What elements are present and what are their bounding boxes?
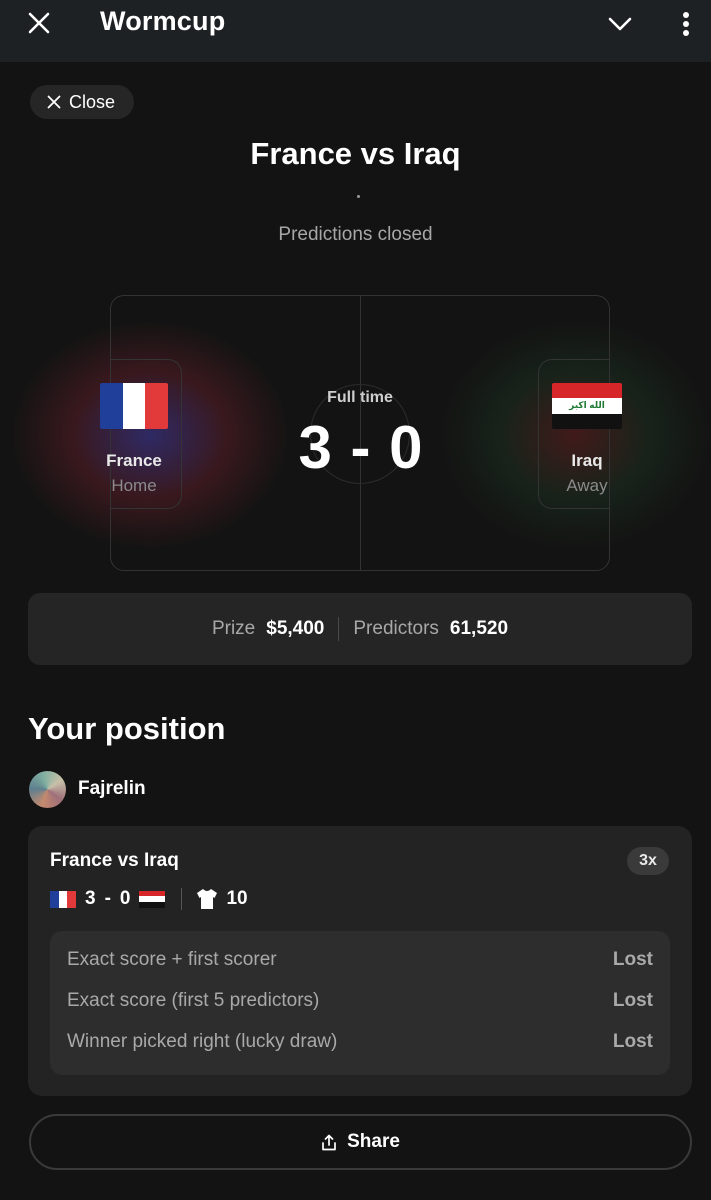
divider	[181, 888, 183, 910]
close-app-button[interactable]	[24, 8, 54, 38]
predictions-status: Predictions closed	[278, 224, 433, 245]
final-score: 3 - 0	[298, 414, 424, 481]
close-button[interactable]: Close	[30, 85, 134, 119]
result-label: Winner picked right (lucky draw)	[67, 1031, 338, 1052]
iraq-flag-small	[139, 890, 166, 908]
close-label: Close	[69, 91, 116, 112]
prediction-card-title: France vs Iraq	[50, 850, 179, 871]
shirt-icon	[197, 889, 218, 909]
result-row: Exact score (first 5 predictors) Lost	[67, 990, 653, 1012]
predicted-away-score: 0	[119, 888, 131, 909]
more-options-button[interactable]	[674, 8, 698, 40]
share-label: Share	[347, 1131, 400, 1152]
divider	[338, 617, 340, 641]
close-icon	[28, 12, 50, 34]
share-button[interactable]: Share	[29, 1114, 692, 1170]
result-status: Lost	[612, 949, 653, 970]
result-status: Lost	[612, 1031, 653, 1052]
results-list: Exact score + first scorer Lost Exact sc…	[50, 931, 670, 1075]
predictors-value: 61,520	[449, 618, 509, 639]
match-period: Full time	[327, 389, 393, 406]
result-row: Exact score + first scorer Lost	[67, 949, 653, 971]
prediction-card: France vs Iraq 3x 3 - 0 10 Exact score +…	[28, 826, 692, 1096]
username[interactable]: Fajrelin	[78, 778, 146, 800]
predicted-score-row: 3 - 0 10	[50, 886, 248, 912]
france-flag-small	[50, 890, 77, 908]
prize-value: $5,400	[266, 618, 325, 639]
section-heading: Your position	[28, 711, 226, 746]
prize-label: Prize	[211, 618, 256, 639]
predictors-label: Predictors	[353, 618, 439, 639]
result-label: Exact score + first scorer	[67, 949, 277, 970]
first-scorer-number: 10	[226, 888, 248, 909]
predicted-home-score: 3	[85, 888, 96, 909]
match-title: France vs Iraq	[250, 136, 461, 171]
avatar[interactable]	[29, 771, 66, 808]
prize-stats-card: Prize $5,400 Predictors 61,520	[28, 593, 692, 665]
more-vertical-icon	[683, 12, 689, 36]
top-app-bar: Wormcup	[0, 0, 711, 62]
result-label: Exact score (first 5 predictors)	[67, 990, 320, 1011]
chevron-down-icon	[608, 17, 632, 31]
share-icon	[322, 1134, 336, 1150]
separator-dot	[357, 195, 360, 198]
app-title: Wormcup	[100, 6, 226, 36]
predicted-dash: -	[104, 888, 111, 909]
collapse-button[interactable]	[606, 10, 634, 38]
close-icon	[47, 95, 61, 109]
result-status: Lost	[612, 990, 653, 1011]
multiplier-badge: 3x	[627, 847, 669, 875]
result-row: Winner picked right (lucky draw) Lost	[67, 1031, 653, 1053]
